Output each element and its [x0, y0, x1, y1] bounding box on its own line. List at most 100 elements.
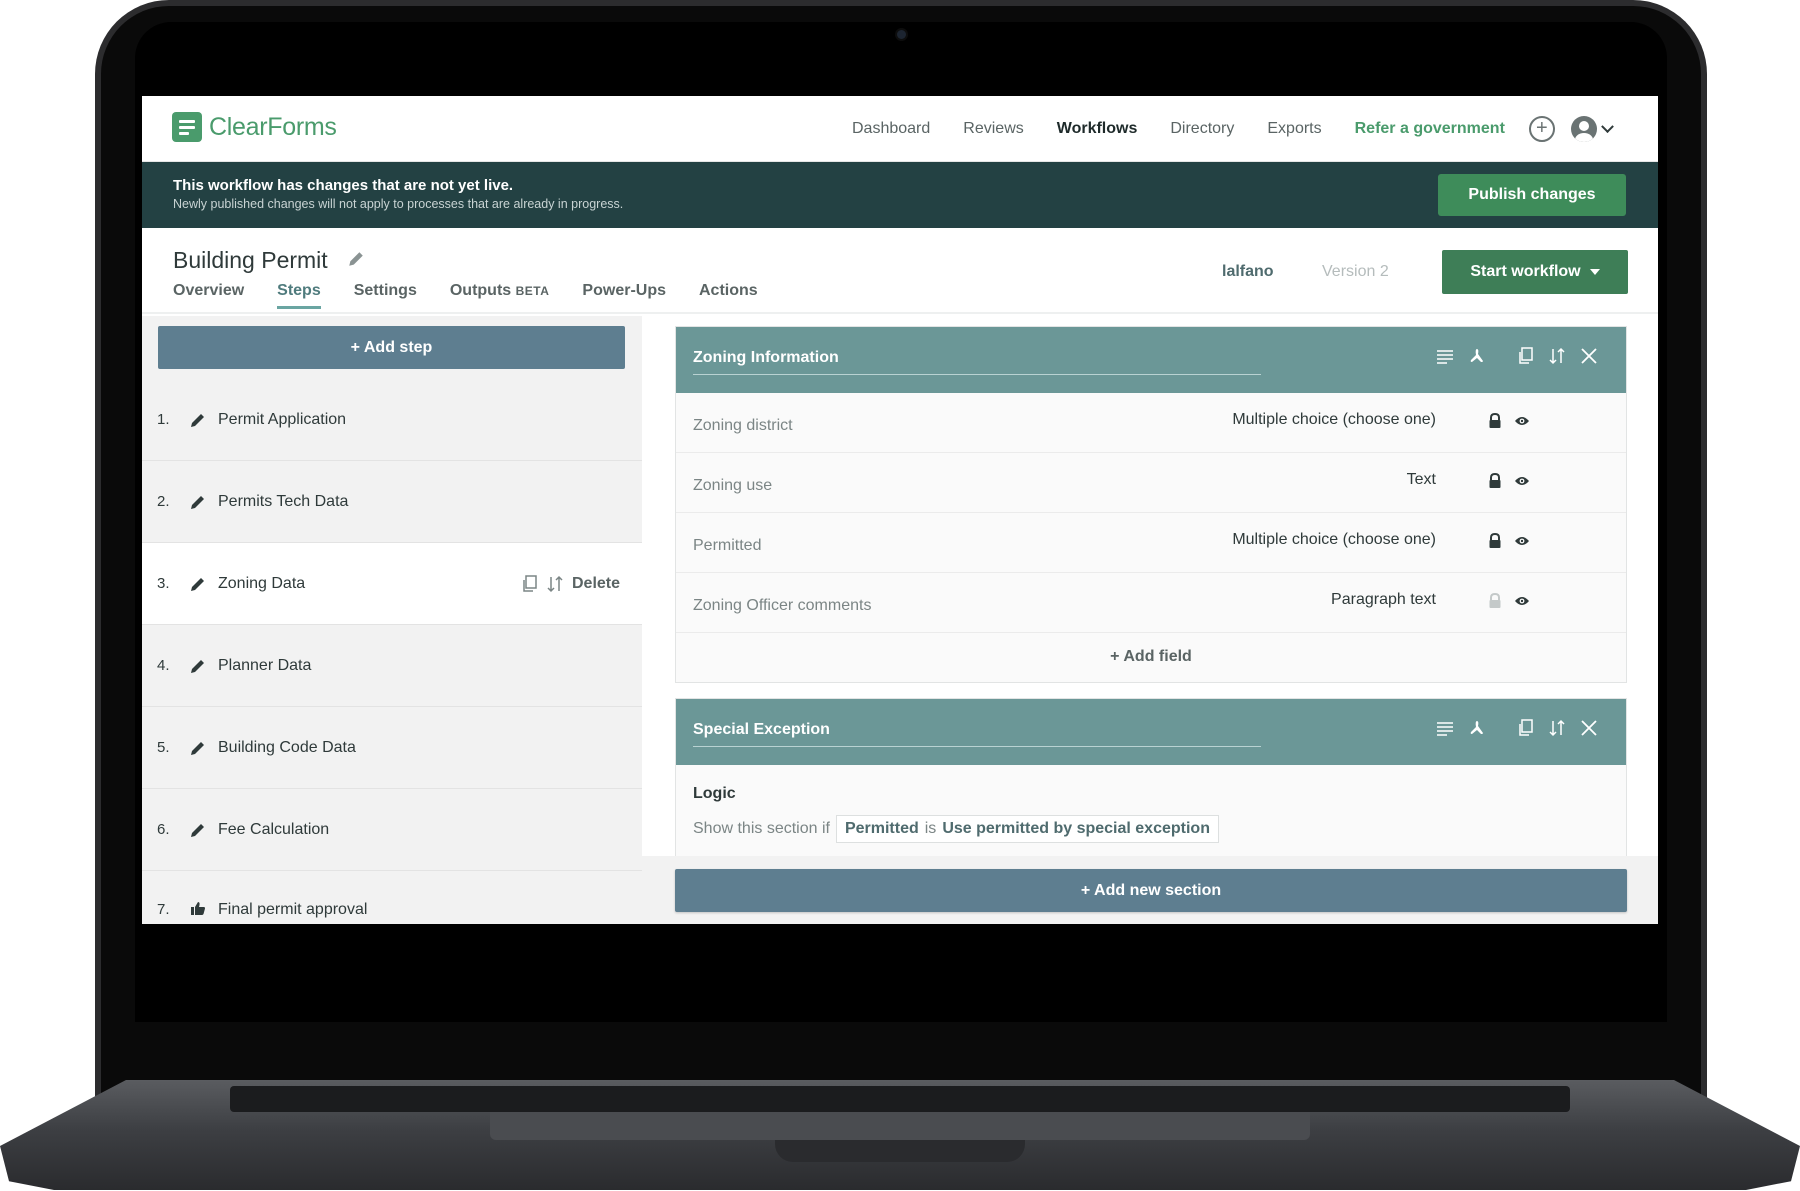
- lock-icon[interactable]: [1488, 413, 1502, 429]
- pencil-icon: [191, 413, 204, 427]
- logo-icon: [172, 112, 202, 142]
- logo-text: ClearForms: [209, 112, 337, 141]
- copy-icon[interactable]: [1518, 719, 1534, 737]
- banner-subtitle: Newly published changes will not apply t…: [173, 197, 624, 211]
- step-name: Building Code Data: [218, 738, 356, 756]
- field-type: Paragraph text: [1331, 591, 1436, 608]
- step-name: Fee Calculation: [218, 820, 330, 838]
- section-title-underline: [693, 746, 1261, 747]
- tab-settings-label: Settings: [353, 282, 417, 299]
- step-name: Permit Application: [218, 410, 347, 428]
- logic-operator: is: [924, 820, 937, 837]
- unlocked-lock-icon[interactable]: [1488, 593, 1502, 609]
- section-title-underline: [693, 374, 1261, 375]
- tab-settings[interactable]: Settings: [354, 282, 417, 309]
- workflow-header: Building Permit Overview Steps Settings …: [142, 228, 1658, 314]
- eye-icon[interactable]: [1514, 475, 1530, 487]
- field-row[interactable]: Permitted Multiple choice (choose one): [676, 513, 1626, 573]
- step-item[interactable]: 7. Final permit approval: [142, 871, 642, 924]
- logic-rule[interactable]: Show this section if Permitted is Use pe…: [693, 815, 1219, 843]
- add-step-button[interactable]: + Add step: [158, 326, 625, 369]
- reorder-icon[interactable]: [546, 575, 564, 593]
- step-name: Permits Tech Data: [218, 492, 349, 510]
- copy-icon[interactable]: [522, 574, 538, 593]
- logic-value: Use permitted by special exception: [942, 820, 1210, 837]
- step-item[interactable]: 1. Permit Application: [142, 379, 642, 461]
- field-name: Permitted: [693, 537, 762, 554]
- top-nav: ClearForms Dashboard Reviews Workflows D…: [142, 96, 1658, 162]
- section-card: Special Exception Logic Show this sectio…: [675, 698, 1627, 856]
- copy-icon[interactable]: [1518, 347, 1534, 365]
- logic-condition-chip[interactable]: Permitted is Use permitted by special ex…: [835, 815, 1219, 843]
- chevron-down-icon[interactable]: [1601, 119, 1614, 133]
- add-field-button[interactable]: + Add field: [676, 633, 1626, 681]
- pencil-icon: [191, 577, 204, 591]
- app-screen: ClearForms Dashboard Reviews Workflows D…: [142, 96, 1658, 924]
- add-new-section-button[interactable]: + Add new section: [675, 869, 1627, 912]
- logic-label: Logic: [693, 785, 736, 802]
- field-row[interactable]: Zoning district Multiple choice (choose …: [676, 393, 1626, 453]
- tab-overview[interactable]: Overview: [173, 282, 244, 309]
- eye-icon[interactable]: [1514, 535, 1530, 547]
- lock-icon[interactable]: [1488, 473, 1502, 489]
- pdf-icon[interactable]: [1468, 719, 1486, 737]
- pdf-icon[interactable]: [1468, 347, 1486, 365]
- publish-changes-button[interactable]: Publish changes: [1438, 174, 1626, 216]
- field-row[interactable]: Zoning use Text: [676, 453, 1626, 513]
- step-number: 7.: [157, 901, 170, 918]
- section-tools: [1422, 719, 1598, 737]
- step-item[interactable]: 4. Planner Data: [142, 625, 642, 707]
- field-type: Multiple choice (choose one): [1232, 411, 1436, 428]
- section-title[interactable]: Zoning Information: [693, 349, 839, 367]
- delete-step-button[interactable]: Delete: [572, 575, 620, 593]
- thumbs-up-icon: [191, 902, 205, 915]
- add-circle-icon[interactable]: +: [1528, 116, 1555, 142]
- close-icon[interactable]: [1580, 719, 1598, 737]
- edit-title-pencil-icon[interactable]: [347, 250, 365, 268]
- pencil-icon: [191, 659, 204, 673]
- field-row[interactable]: Zoning Officer comments Paragraph text: [676, 573, 1626, 633]
- step-item[interactable]: 6. Fee Calculation: [142, 789, 642, 871]
- tab-outputs-label: Outputs: [449, 282, 512, 299]
- step-name: Final permit approval: [218, 901, 368, 918]
- eye-icon[interactable]: [1514, 595, 1530, 607]
- description-icon[interactable]: [1436, 348, 1454, 364]
- step-item-selected[interactable]: 3. Zoning Data Delete: [142, 543, 642, 625]
- eye-icon[interactable]: [1514, 415, 1530, 427]
- start-workflow-button[interactable]: Start workflow: [1442, 250, 1628, 294]
- step-item[interactable]: 5. Building Code Data: [142, 707, 642, 789]
- nav-directory[interactable]: Directory: [1170, 120, 1234, 138]
- nav-dashboard[interactable]: Dashboard: [852, 120, 930, 138]
- logo[interactable]: ClearForms: [172, 112, 337, 142]
- section-card: Zoning Information Zoning district Multi…: [675, 326, 1627, 683]
- avatar-icon[interactable]: [1570, 116, 1597, 142]
- tab-actions[interactable]: Actions: [699, 282, 758, 309]
- workflow-user[interactable]: lalfano: [1222, 263, 1274, 281]
- close-icon[interactable]: [1580, 347, 1598, 365]
- step-number: 2.: [157, 493, 170, 510]
- step-item[interactable]: 2. Permits Tech Data: [142, 461, 642, 543]
- lock-icon[interactable]: [1488, 533, 1502, 549]
- step-name: Zoning Data: [218, 574, 306, 592]
- section-title[interactable]: Special Exception: [693, 721, 830, 739]
- keyboard: [230, 1086, 1570, 1112]
- beta-badge: BETA: [515, 284, 550, 298]
- description-icon[interactable]: [1436, 720, 1454, 736]
- steps-panel: + Add step 1. Permit Application 2. Perm…: [142, 316, 642, 924]
- start-workflow-label: Start workflow: [1470, 263, 1581, 280]
- reorder-icon[interactable]: [1548, 719, 1566, 737]
- nav-exports[interactable]: Exports: [1267, 120, 1321, 138]
- tab-outputs[interactable]: Outputs BETA: [450, 282, 550, 309]
- nav-reviews[interactable]: Reviews: [963, 120, 1023, 138]
- tab-overview-label: Overview: [173, 282, 245, 299]
- refer-government-link[interactable]: Refer a government: [1355, 120, 1505, 138]
- nav-workflows[interactable]: Workflows: [1057, 120, 1138, 138]
- tab-power-ups[interactable]: Power-Ups: [582, 282, 666, 309]
- section-header: Zoning Information: [676, 327, 1626, 393]
- caret-down-icon: [1589, 269, 1600, 275]
- step-name: Planner Data: [218, 656, 312, 674]
- tab-power-ups-label: Power-Ups: [582, 282, 666, 299]
- tab-steps[interactable]: Steps: [277, 282, 321, 309]
- section-tools: [1422, 347, 1598, 365]
- reorder-icon[interactable]: [1548, 347, 1566, 365]
